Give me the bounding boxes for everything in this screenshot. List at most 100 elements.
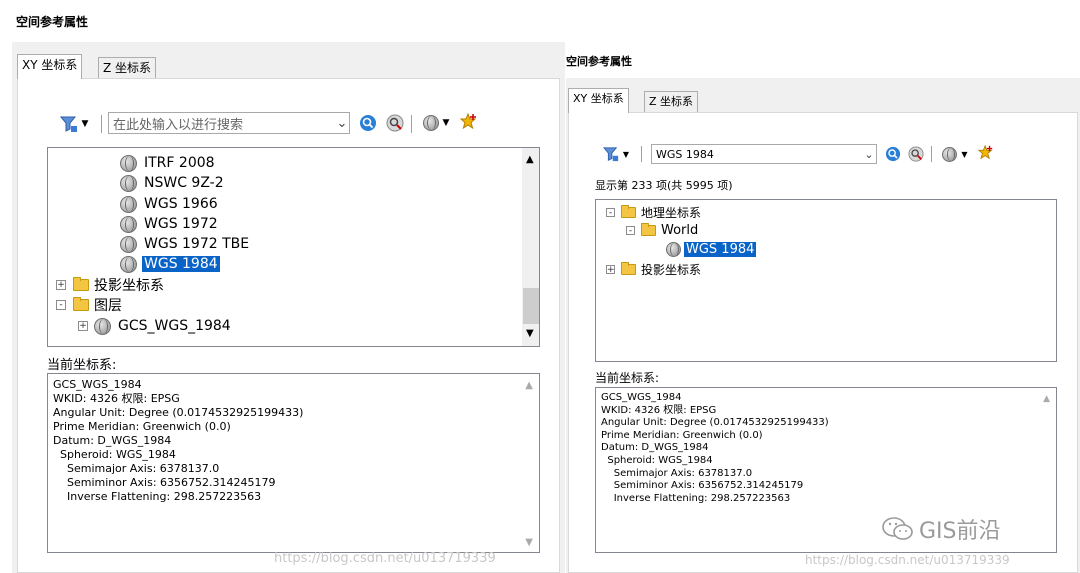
globe-icon <box>120 195 137 213</box>
scroll-up-icon[interactable]: ▲ <box>525 380 533 391</box>
tree-item[interactable]: + 投影坐标系 <box>606 260 701 278</box>
tree-item-label: WGS 1972 TBE <box>144 236 250 252</box>
details-line: GCS_WGS_1984 <box>53 378 142 391</box>
toolbar-separator <box>101 115 102 133</box>
coordinate-system-details: GCS_WGS_1984 WKID: 4326 权限: EPSG Angular… <box>47 373 540 553</box>
collapse-icon[interactable]: - <box>606 207 615 217</box>
tree-item[interactable]: - 图层 <box>56 295 122 315</box>
tree-item[interactable]: + 投影坐标系 <box>56 275 164 295</box>
tree-item[interactable]: - 地理坐标系 <box>606 203 701 221</box>
folder-open-icon <box>641 222 656 236</box>
chevron-down-icon: ▼ <box>442 118 450 128</box>
scroll-thumb[interactable] <box>523 288 539 324</box>
wechat-icon <box>882 517 913 540</box>
favorite-star-icon <box>978 145 993 160</box>
scroll-down-icon[interactable]: ▼ <box>526 328 534 339</box>
tree-scrollbar[interactable]: ▲ ▼ <box>522 148 539 346</box>
details-line: Prime Meridian: Greenwich (0.0) <box>601 429 763 441</box>
right-dialog: XY 坐标系 Z 坐标系 ▼ WGS 1984 ⌄ ▼ 显示第 233 项(共 … <box>566 78 1080 573</box>
right-dialog-title: 空间参考属性 <box>566 55 632 68</box>
tree-item[interactable]: - World <box>626 221 698 239</box>
chevron-down-icon[interactable]: ⌄ <box>862 148 876 161</box>
details-line: Datum: D_WGS_1984 <box>601 442 709 454</box>
clear-search-button[interactable] <box>385 113 405 133</box>
tree-item[interactable]: NSWC 9Z-2 <box>120 173 224 193</box>
chevron-down-icon: ▼ <box>961 149 968 159</box>
collapse-icon[interactable]: - <box>56 300 66 310</box>
tree-item-selected[interactable]: WGS 1984 <box>666 240 757 258</box>
folder-open-icon <box>73 297 89 311</box>
favorite-star-icon <box>460 113 477 130</box>
search-input[interactable]: WGS 1984 <box>652 148 862 161</box>
expand-icon[interactable]: + <box>606 264 615 274</box>
tree-item[interactable]: WGS 1972 <box>120 214 218 234</box>
collapse-icon[interactable]: - <box>626 225 635 235</box>
search-combo[interactable]: WGS 1984 ⌄ <box>651 144 877 164</box>
expand-icon[interactable]: + <box>78 321 88 331</box>
details-line: Semiminor Axis: 6356752.314245179 <box>53 476 276 489</box>
right-tab-xy[interactable]: XY 坐标系 <box>568 88 629 113</box>
add-coordinate-system-button[interactable]: ▼ <box>937 145 973 163</box>
tree-item-label: NSWC 9Z-2 <box>144 175 224 191</box>
folder-icon <box>73 277 89 291</box>
globe-icon <box>120 215 137 233</box>
left-tab-z[interactable]: Z 坐标系 <box>98 57 157 79</box>
details-line: Spheroid: WGS_1984 <box>53 448 176 461</box>
tree-item-label: World <box>661 222 699 238</box>
filter-button[interactable]: ▼ <box>597 144 635 164</box>
globe-icon <box>942 146 958 162</box>
current-coordinate-system-label: 当前坐标系: <box>47 358 117 373</box>
globe-icon <box>666 241 681 257</box>
tree-item-label: 投影坐标系 <box>641 262 702 277</box>
folder-open-icon <box>621 204 636 218</box>
details-line: Semimajor Axis: 6378137.0 <box>601 467 753 479</box>
tree-item[interactable]: WGS 1966 <box>120 194 218 214</box>
clear-search-button[interactable] <box>907 145 925 163</box>
watermark: https://blog.csdn.net/u013719339 <box>274 551 496 566</box>
toolbar-separator <box>641 146 642 162</box>
tree-item[interactable]: WGS 1972 TBE <box>120 234 249 254</box>
globe-icon <box>120 154 137 172</box>
add-coordinate-system-button[interactable]: ▼ <box>417 113 455 133</box>
tree-item-selected[interactable]: WGS 1984 <box>120 254 220 274</box>
globe-icon <box>120 174 137 192</box>
clear-search-icon <box>386 114 404 132</box>
brand-watermark: GIS前沿 <box>881 513 1001 545</box>
expand-icon[interactable]: + <box>56 280 66 290</box>
search-combo[interactable]: 在此处输入以进行搜索 ⌄ <box>108 112 350 134</box>
toolbar-separator <box>411 115 412 133</box>
globe-icon <box>120 235 137 253</box>
details-line: Semiminor Axis: 6356752.314245179 <box>601 480 804 492</box>
details-line: WKID: 4326 权限: EPSG <box>601 404 717 416</box>
tree-item-label: ITRF 2008 <box>144 155 215 171</box>
search-result-count: 显示第 233 项(共 5995 项) <box>595 179 733 192</box>
details-line: Datum: D_WGS_1984 <box>53 434 172 447</box>
chevron-down-icon[interactable]: ⌄ <box>335 116 349 131</box>
search-icon <box>885 146 901 162</box>
scroll-down-icon[interactable]: ▼ <box>525 537 533 548</box>
globe-icon <box>422 115 439 131</box>
filter-button[interactable]: ▼ <box>54 113 94 135</box>
tree-item-label: 地理坐标系 <box>641 205 702 220</box>
coordinate-system-tree[interactable]: - 地理坐标系 - World WGS 1984 + 投影坐标系 <box>595 199 1057 362</box>
scroll-up-icon[interactable]: ▲ <box>1043 394 1050 404</box>
scroll-up-icon[interactable]: ▲ <box>526 154 534 165</box>
add-to-favorites-button[interactable] <box>459 112 479 132</box>
left-tab-xy[interactable]: XY 坐标系 <box>17 54 83 79</box>
details-line: Angular Unit: Degree (0.0174532925199433… <box>601 417 829 429</box>
search-input[interactable]: 在此处输入以进行搜索 <box>109 114 335 133</box>
globe-icon <box>120 255 137 273</box>
right-tab-content: ▼ WGS 1984 ⌄ ▼ 显示第 233 项(共 5995 项) - 地理坐… <box>568 112 1078 573</box>
left-tab-content: ▼ 在此处输入以进行搜索 ⌄ ▼ ITRF 2008 NSWC 9Z-2 WGS… <box>17 78 560 573</box>
search-button[interactable] <box>358 113 378 133</box>
search-icon <box>360 115 376 131</box>
coordinate-system-tree[interactable]: ITRF 2008 NSWC 9Z-2 WGS 1966 WGS 1972 WG… <box>47 147 540 347</box>
add-to-favorites-button[interactable] <box>977 144 995 162</box>
right-tab-z[interactable]: Z 坐标系 <box>644 91 699 113</box>
tree-item-label: WGS 1966 <box>144 196 218 212</box>
search-button[interactable] <box>884 145 902 163</box>
chevron-down-icon: ▼ <box>622 149 630 159</box>
tree-item[interactable]: ITRF 2008 <box>120 153 215 173</box>
filter-icon <box>59 116 77 132</box>
tree-item[interactable]: + GCS_WGS_1984 <box>78 316 231 336</box>
